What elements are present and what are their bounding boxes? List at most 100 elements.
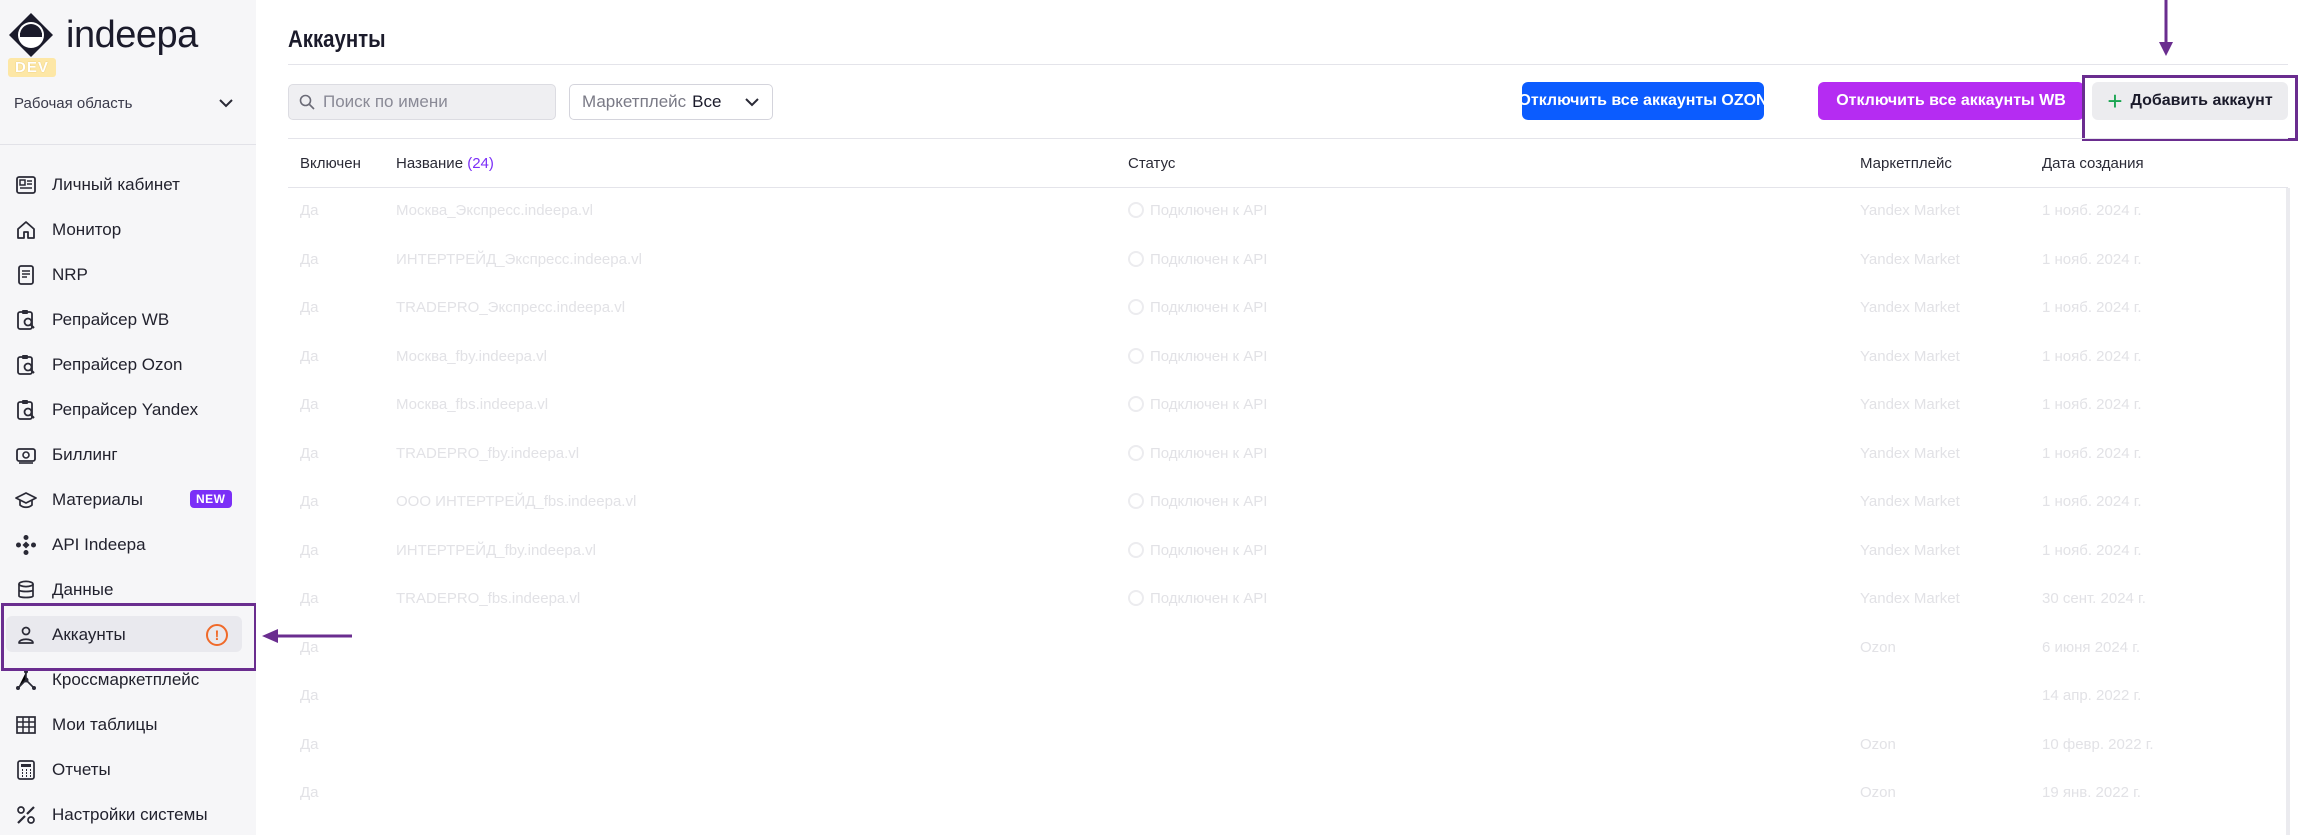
cell-name: ООО ИНТЕРТРЕЙД_fbs.indeepa.vl bbox=[396, 493, 636, 510]
table-row[interactable]: Да Москва_Экспресс.indeepa.vl Подключен к … bbox=[288, 188, 2288, 236]
cell-name-text: TRADEPRO_Экспресс.indeepa.vl bbox=[396, 299, 626, 316]
cell-status: Подключен к API bbox=[1128, 493, 1267, 510]
cell-marketplace: Yandex Market bbox=[1860, 542, 1960, 559]
sidebar-item-personal-account[interactable]: Личный кабинет bbox=[0, 162, 256, 207]
column-enabled[interactable]: Включен bbox=[300, 155, 361, 172]
status-icon bbox=[1128, 202, 1144, 218]
cell-status-text: Подключен к API bbox=[1150, 250, 1268, 268]
table-row[interactable]: Да Москва_fby.indeepa.vl Подключен к API Ya… bbox=[288, 334, 2288, 382]
main-content: Аккаунты Маркетплейс Все Отключить все а… bbox=[256, 0, 2304, 835]
cell-marketplace-text: Yandex Market bbox=[1860, 250, 1960, 268]
cell-created-text: 1 нояб. 2024 г. bbox=[2042, 347, 2142, 365]
cell-status: Подключен к API bbox=[1128, 396, 1267, 413]
sidebar-item-nrp[interactable]: NRP bbox=[0, 252, 256, 297]
column-name[interactable]: Название (24) bbox=[396, 155, 494, 172]
cell-created: 30 сент. 2024 г. bbox=[2042, 590, 2146, 607]
calculator-icon bbox=[14, 758, 38, 782]
cell-created-text: 1 нояб. 2024 г. bbox=[2042, 493, 2142, 510]
cell-marketplace: Yandex Market bbox=[1860, 493, 1960, 510]
table-row[interactable]: Да Ozon 19 янв. 2022 г. bbox=[288, 770, 2288, 818]
sidebar-item-label: NRP bbox=[52, 264, 88, 284]
cell-enabled-text: Да bbox=[300, 347, 319, 365]
sidebar-item-monitor[interactable]: Монитор bbox=[0, 207, 256, 252]
annotation-arrow-down-icon bbox=[2159, 0, 2173, 56]
cell-marketplace: Yandex Market bbox=[1860, 299, 1960, 316]
sidebar-item-repricer-ozon[interactable]: Репрайсер Ozon bbox=[0, 342, 256, 387]
disable-wb-accounts-button[interactable]: Отключить все аккаунты WB bbox=[1818, 82, 2084, 120]
sidebar-item-label: Репрайсер Yandex bbox=[52, 399, 199, 419]
cell-created-text: 10 февр. 2022 г. bbox=[2042, 735, 2154, 753]
cell-created: 1 нояб. 2024 г. bbox=[2042, 396, 2142, 413]
marketplace-select[interactable]: Маркетплейс Все bbox=[569, 84, 773, 120]
chevron-down-icon bbox=[745, 98, 759, 107]
sidebar-item-label: Данные bbox=[52, 579, 114, 599]
column-status[interactable]: Статус bbox=[1128, 155, 1175, 172]
cell-name-text: TRADEPRO_fby.indeepa.vl bbox=[396, 444, 580, 462]
cell-enabled-text: Да bbox=[300, 202, 319, 219]
cell-name-text: Москва_fbs.indeepa.vl bbox=[396, 396, 549, 413]
disable-ozon-accounts-button[interactable]: Отключить все аккаунты OZON bbox=[1518, 82, 1768, 120]
cell-created: 1 нояб. 2024 г. bbox=[2042, 542, 2142, 559]
cell-name-text: Москва_fby.indeepa.vl bbox=[396, 347, 548, 365]
divider bbox=[0, 144, 256, 145]
cell-name-text: ИНТЕРТРЕЙД_Экспресс.indeepa.vl bbox=[396, 250, 642, 268]
cell-enabled-text: Да bbox=[300, 541, 319, 559]
table-row[interactable]: Да Ozon 6 июня 2024 г. bbox=[288, 625, 2288, 673]
cell-enabled-text: Да bbox=[300, 784, 319, 801]
cell-created-text: 1 нояб. 2024 г. bbox=[2042, 202, 2142, 219]
logo-text: indeepa bbox=[66, 14, 198, 56]
cell-status-text: Подключен к API bbox=[1150, 541, 1268, 559]
table-row[interactable]: Да TRADEPRO_fbs.indeepa.vl Подключен к API… bbox=[288, 576, 2288, 624]
column-marketplace[interactable]: Маркетплейс bbox=[1860, 155, 1952, 172]
cell-marketplace-text: Yandex Market bbox=[1860, 493, 1960, 510]
sidebar-item-billing[interactable]: Биллинг bbox=[0, 432, 256, 477]
cell-status-text: Подключен к API bbox=[1150, 202, 1268, 219]
status-icon bbox=[1128, 396, 1144, 412]
cell-status: Подключен к API bbox=[1128, 202, 1267, 219]
sidebar-item-reports[interactable]: Отчеты bbox=[0, 747, 256, 792]
sidebar-item-label: Кроссмаркетплейс bbox=[52, 669, 200, 689]
sidebar-item-materials[interactable]: Материалы NEW bbox=[0, 477, 256, 522]
cell-created: 1 нояб. 2024 г. bbox=[2042, 251, 2142, 268]
cell-created: 1 нояб. 2024 г. bbox=[2042, 445, 2142, 462]
sidebar-item-repricer-wb[interactable]: Репрайсер WB bbox=[0, 297, 256, 342]
search-input[interactable] bbox=[323, 92, 543, 112]
cell-marketplace-text: Ozon bbox=[1860, 638, 1896, 656]
cell-enabled: Да bbox=[300, 542, 319, 559]
table-row[interactable]: Да Ozon 10 февр. 2022 г. bbox=[288, 722, 2288, 770]
status-icon bbox=[1128, 250, 1144, 267]
sidebar-item-repricer-yandex[interactable]: Репрайсер Yandex bbox=[0, 387, 256, 432]
table-row[interactable]: Да ИНТЕРТРЕЙД_Экспресс.indeepa.vl Подключе… bbox=[288, 237, 2288, 285]
column-name-label: Название bbox=[396, 155, 464, 172]
sidebar-item-my-tables[interactable]: Мои таблицы bbox=[0, 702, 256, 747]
cell-marketplace-text: Yandex Market bbox=[1860, 299, 1960, 316]
table-row[interactable]: Да TRADEPRO_Экспресс.indeepa.vl Подключен … bbox=[288, 285, 2288, 333]
cell-marketplace-text: Yandex Market bbox=[1860, 590, 1960, 607]
column-created[interactable]: Дата создания bbox=[2042, 155, 2144, 172]
cell-marketplace: Yandex Market bbox=[1860, 445, 1960, 462]
sidebar-item-api[interactable]: API Indeepa bbox=[0, 522, 256, 567]
cell-status-text: Подключен к API bbox=[1150, 347, 1268, 365]
status-icon bbox=[1128, 444, 1144, 461]
table-row[interactable]: Да 14 апр. 2022 г. bbox=[288, 673, 2288, 721]
workspace-selector[interactable]: Рабочая область bbox=[14, 88, 234, 118]
cell-status: Подключен к API bbox=[1128, 444, 1267, 462]
chevron-down-icon bbox=[219, 99, 233, 108]
table-row[interactable]: Да ИНТЕРТРЕЙД_fby.indeepa.vl Подключен к A… bbox=[288, 528, 2288, 576]
table-icon bbox=[14, 713, 38, 737]
table-row[interactable]: Да Москва_fbs.indeepa.vl Подключен к API Ya… bbox=[288, 382, 2288, 430]
sidebar: indeepa DEV Рабочая область Личный кабин… bbox=[0, 0, 257, 835]
cell-enabled: Да bbox=[300, 736, 319, 753]
tools-icon bbox=[14, 803, 38, 827]
cell-enabled: Да bbox=[300, 396, 319, 413]
cell-created-text: 1 нояб. 2024 г. bbox=[2042, 299, 2142, 316]
cell-enabled: Да bbox=[300, 445, 319, 462]
sidebar-item-system-settings[interactable]: Настройки системы bbox=[0, 792, 256, 835]
table-row[interactable]: Да ООО ИНТЕРТРЕЙД_fbs.indeepa.vl Подключен… bbox=[288, 479, 2288, 527]
search-box[interactable] bbox=[288, 84, 556, 120]
sidebar-item-label: Личный кабинет bbox=[52, 174, 180, 194]
logo[interactable]: indeepa DEV bbox=[8, 12, 208, 77]
sidebar-item-label: Настройки системы bbox=[52, 804, 208, 824]
cell-marketplace: Yandex Market bbox=[1860, 251, 1960, 268]
table-row[interactable]: Да TRADEPRO_fby.indeepa.vl Подключен к API… bbox=[288, 431, 2288, 479]
